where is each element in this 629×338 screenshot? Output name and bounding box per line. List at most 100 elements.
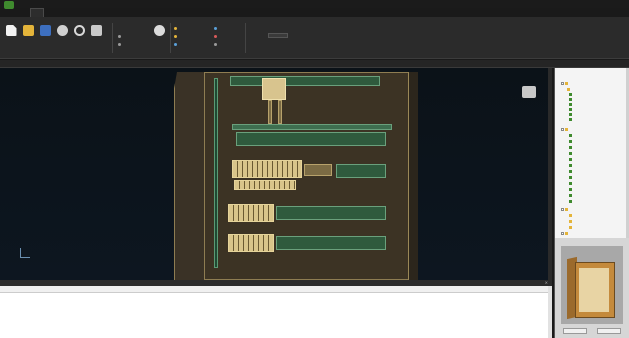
component-icon bbox=[569, 200, 572, 203]
open-button[interactable] bbox=[21, 25, 35, 51]
close-icon[interactable]: × bbox=[545, 280, 548, 285]
tree-node[interactable] bbox=[569, 140, 572, 143]
tree-node[interactable] bbox=[569, 146, 572, 149]
component-icon bbox=[569, 118, 572, 121]
component-icon bbox=[569, 158, 572, 161]
tab-home[interactable] bbox=[30, 8, 44, 17]
tree-node[interactable] bbox=[569, 113, 572, 116]
axis-indicator-icon bbox=[20, 248, 30, 258]
ribbon-separator bbox=[245, 23, 246, 53]
breaker-block bbox=[262, 78, 286, 100]
folder-icon bbox=[565, 208, 568, 211]
tree-node[interactable] bbox=[569, 108, 572, 111]
title-bar bbox=[0, 0, 629, 9]
tree-node[interactable] bbox=[561, 128, 568, 131]
component-icon bbox=[569, 182, 572, 185]
folder-icon bbox=[567, 88, 570, 91]
tree-node[interactable] bbox=[561, 82, 568, 85]
tab-tools[interactable] bbox=[60, 8, 72, 17]
refresh-icon bbox=[73, 25, 85, 36]
tree-node[interactable] bbox=[569, 98, 572, 101]
grid-scrollbar[interactable] bbox=[548, 286, 552, 338]
export-button[interactable] bbox=[89, 25, 103, 51]
option-checkbox-2[interactable] bbox=[118, 43, 121, 46]
tree-node[interactable] bbox=[569, 170, 572, 173]
tree-node[interactable] bbox=[569, 182, 572, 185]
display-option-3[interactable] bbox=[174, 43, 177, 46]
preview-button-1[interactable] bbox=[563, 328, 587, 334]
tree-node[interactable] bbox=[569, 158, 572, 161]
component-icon bbox=[569, 146, 572, 149]
ribbon-toolbar bbox=[0, 17, 629, 59]
wire-duct bbox=[236, 132, 386, 146]
3d-viewport[interactable] bbox=[0, 68, 552, 280]
tree-node[interactable] bbox=[569, 194, 572, 197]
folder-icon bbox=[22, 25, 34, 36]
ribbon-tabs bbox=[16, 8, 72, 17]
zoom-dropdown[interactable] bbox=[268, 33, 288, 38]
layer-option-1[interactable] bbox=[214, 27, 217, 30]
folder-icon bbox=[565, 82, 568, 85]
display-option-1[interactable] bbox=[174, 27, 177, 30]
ribbon-separator bbox=[112, 23, 113, 53]
folder-icon bbox=[565, 128, 568, 131]
option-checkbox-1[interactable] bbox=[118, 35, 121, 38]
tree-node[interactable] bbox=[569, 214, 572, 217]
layer-option-3[interactable] bbox=[214, 43, 217, 46]
tab-view[interactable] bbox=[46, 8, 58, 17]
view-cube-icon[interactable] bbox=[522, 86, 536, 98]
tree-node[interactable] bbox=[569, 118, 572, 121]
component-icon bbox=[569, 93, 572, 96]
save-button[interactable] bbox=[38, 25, 52, 51]
display-option-2[interactable] bbox=[174, 35, 177, 38]
tree-node[interactable] bbox=[561, 232, 568, 235]
folder-icon bbox=[569, 214, 572, 217]
project-tree bbox=[554, 68, 629, 238]
terminal-end-group bbox=[304, 164, 332, 176]
save-icon bbox=[39, 25, 51, 36]
tree-node[interactable] bbox=[569, 226, 572, 229]
tree-node[interactable] bbox=[561, 208, 568, 211]
component-icon bbox=[569, 108, 572, 111]
layer-icon bbox=[214, 43, 217, 46]
wire-duct bbox=[276, 206, 386, 220]
preview-panel bbox=[554, 238, 629, 338]
display-option-icon bbox=[174, 35, 177, 38]
vertical-din-rail bbox=[214, 78, 218, 268]
terminal-block-row bbox=[228, 204, 274, 222]
tree-node[interactable] bbox=[569, 188, 572, 191]
tree-node[interactable] bbox=[567, 88, 570, 91]
viewport-scrollbar[interactable] bbox=[548, 68, 552, 280]
tree-node[interactable] bbox=[569, 93, 572, 96]
cable bbox=[278, 100, 282, 124]
tree-node[interactable] bbox=[569, 200, 572, 203]
print-icon bbox=[56, 25, 68, 36]
component-icon bbox=[569, 140, 572, 143]
collapse-icon bbox=[561, 82, 564, 85]
app-menu-button[interactable] bbox=[4, 1, 14, 9]
tab-file[interactable] bbox=[16, 8, 28, 17]
collapse-icon bbox=[561, 208, 564, 211]
print-button[interactable] bbox=[55, 25, 69, 51]
collapse-icon bbox=[561, 128, 564, 131]
din-rail bbox=[232, 124, 392, 130]
eye-icon bbox=[153, 25, 165, 36]
component-icon bbox=[569, 98, 572, 101]
tree-node[interactable] bbox=[569, 134, 572, 137]
tree-node[interactable] bbox=[569, 103, 572, 106]
tree-node[interactable] bbox=[569, 176, 572, 179]
view-button[interactable] bbox=[152, 25, 166, 51]
layer-option-2[interactable] bbox=[214, 35, 217, 38]
tree-node[interactable] bbox=[569, 220, 572, 223]
refresh-button[interactable] bbox=[72, 25, 86, 51]
cabinet-preview-image bbox=[561, 246, 623, 324]
checkbox-icon bbox=[118, 35, 121, 38]
tree-node[interactable] bbox=[569, 164, 572, 167]
tree-node[interactable] bbox=[569, 152, 572, 155]
layer-icon bbox=[214, 27, 217, 30]
preview-button-2[interactable] bbox=[597, 328, 621, 334]
new-button[interactable] bbox=[4, 25, 18, 51]
component-icon bbox=[569, 194, 572, 197]
folder-icon bbox=[569, 220, 572, 223]
component-icon bbox=[569, 113, 572, 116]
